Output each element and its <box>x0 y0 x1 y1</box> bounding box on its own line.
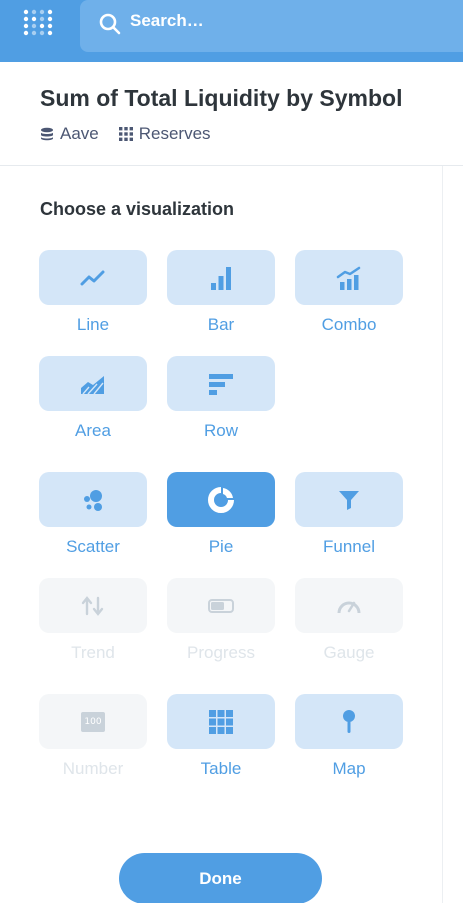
database-icon <box>41 127 53 141</box>
trend-icon <box>81 595 104 616</box>
search-bar[interactable]: Search… <box>80 0 463 52</box>
funnel-icon <box>339 490 359 510</box>
viz-label: Number <box>62 759 124 778</box>
viz-label: Gauge <box>323 643 375 662</box>
viz-tile[interactable] <box>167 694 275 749</box>
page-title: Sum of Total Liquidity by Symbol <box>40 85 403 111</box>
viz-tile: 100 <box>39 694 147 749</box>
table-name: Reserves <box>138 124 211 143</box>
viz-label: Pie <box>208 537 234 556</box>
viz-label: Funnel <box>323 537 375 556</box>
database-name: Aave <box>60 124 99 143</box>
viz-option-area[interactable]: Area <box>39 356 147 441</box>
top-nav: Search… <box>0 0 463 62</box>
viz-option-bar[interactable]: Bar <box>167 250 275 335</box>
search-icon <box>99 13 121 35</box>
viz-option-table[interactable]: Table <box>167 694 275 779</box>
line-chart-icon <box>80 270 105 285</box>
viz-tile[interactable] <box>167 356 275 411</box>
map-pin-icon <box>343 709 355 733</box>
viz-tile <box>295 578 403 633</box>
breadcrumb-table[interactable]: Reserves <box>118 124 211 144</box>
gauge-icon <box>337 601 361 613</box>
viz-tile[interactable] <box>39 356 147 411</box>
progress-icon <box>208 598 234 613</box>
pie-icon <box>208 486 234 513</box>
row-chart-icon <box>209 373 233 395</box>
viz-picker-title: Choose a visualization <box>40 199 235 219</box>
viz-label: Area <box>75 421 111 440</box>
viz-label: Table <box>200 759 242 778</box>
scatter-icon <box>84 489 102 511</box>
bar-chart-icon <box>211 266 231 290</box>
viz-option-funnel[interactable]: Funnel <box>295 472 403 557</box>
viz-option-line[interactable]: Line <box>39 250 147 335</box>
viz-tile <box>167 578 275 633</box>
viz-label: Scatter <box>66 537 120 556</box>
combo-chart-icon <box>336 266 361 290</box>
viz-option-gauge: Gauge <box>295 578 403 663</box>
table-icon <box>209 709 233 734</box>
viz-option-row[interactable]: Row <box>167 356 275 441</box>
metabase-logo-icon[interactable] <box>22 8 58 36</box>
done-button[interactable]: Done <box>119 853 322 903</box>
viz-tile[interactable] <box>167 472 275 527</box>
breadcrumb: Aave Reserves <box>40 124 231 144</box>
viz-tile[interactable] <box>295 472 403 527</box>
viz-option-number: 100 Number <box>39 694 147 779</box>
viz-tile[interactable] <box>39 472 147 527</box>
panel-divider <box>442 166 443 903</box>
viz-label: Trend <box>71 643 115 662</box>
number-icon-text: 100 <box>84 716 102 727</box>
viz-option-combo[interactable]: Combo <box>295 250 403 335</box>
area-chart-icon <box>81 375 104 394</box>
search-input[interactable]: Search… <box>130 11 204 31</box>
viz-option-scatter[interactable]: Scatter <box>39 472 147 557</box>
viz-label: Map <box>332 759 366 778</box>
viz-option-progress: Progress <box>167 578 275 663</box>
viz-label: Combo <box>321 315 377 334</box>
viz-label: Progress <box>186 643 256 662</box>
viz-tile <box>39 578 147 633</box>
viz-tile[interactable] <box>39 250 147 305</box>
viz-label: Line <box>76 315 110 334</box>
viz-label: Bar <box>207 315 235 334</box>
table-grid-icon <box>118 127 133 141</box>
question-header: Sum of Total Liquidity by Symbol Aave Re… <box>0 62 463 166</box>
breadcrumb-database[interactable]: Aave <box>40 124 99 144</box>
viz-tile[interactable] <box>167 250 275 305</box>
viz-option-map[interactable]: Map <box>295 694 403 779</box>
number-icon: 100 <box>81 711 105 732</box>
viz-option-trend: Trend <box>39 578 147 663</box>
viz-tile[interactable] <box>295 694 403 749</box>
viz-label: Row <box>203 421 238 440</box>
viz-tile[interactable] <box>295 250 403 305</box>
viz-option-pie[interactable]: Pie <box>167 472 275 557</box>
